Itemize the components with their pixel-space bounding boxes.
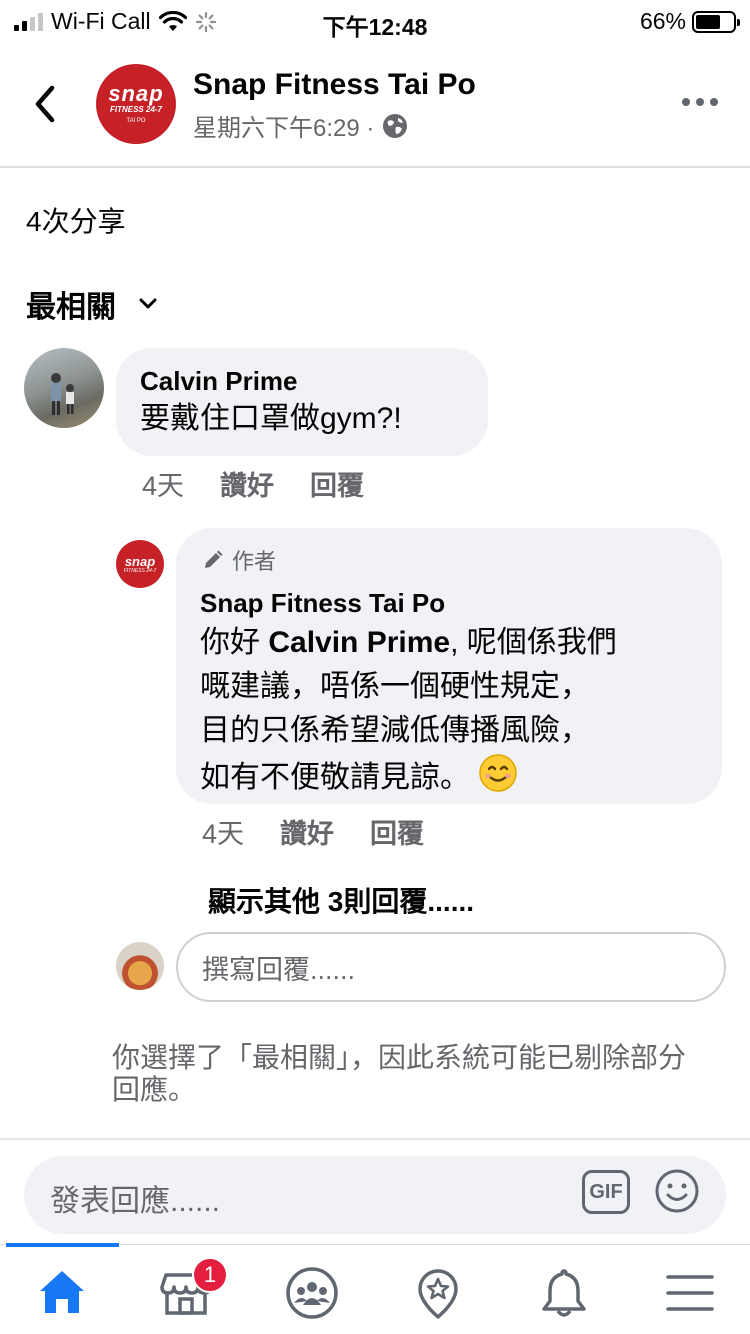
reply-logo-text: snap (124, 553, 156, 569)
reply-greeting: 你好 (200, 626, 269, 659)
status-bar: Wi-Fi Call 下午12:48 66% (0, 0, 750, 40)
post-timestamp-text: 星期六下午6:29 · (193, 115, 375, 142)
battery-percent: 66% (639, 8, 686, 34)
reply-author[interactable]: Snap Fitness Tai Po (200, 588, 698, 619)
show-more-replies-link[interactable]: 顯示其他 3則回覆...... (208, 880, 474, 920)
composer-placeholder: 發表回應...... (50, 1185, 221, 1218)
share-count[interactable]: 4次分享 (26, 200, 126, 240)
composer-divider (0, 1138, 750, 1140)
sort-label: 最相關 (26, 291, 116, 324)
status-right: 66% (639, 8, 740, 35)
home-icon[interactable] (34, 1265, 90, 1321)
reply-input[interactable]: 撰寫回覆...... (176, 932, 726, 1002)
chevron-down-icon (139, 298, 157, 309)
comment-time: 4天 (142, 471, 185, 501)
reply-reply-button[interactable]: 回覆 (370, 812, 424, 851)
my-avatar (116, 942, 164, 990)
reply-text: 你好 Calvin Prime, 呢個係我們 嘅建議，唔係一個硬性規定， 目的只… (200, 621, 698, 800)
page-reply-avatar[interactable]: snap FITNESS 24-7 (116, 540, 164, 588)
reply-line-4-text: 如有不便敬請見諒。 (200, 761, 470, 794)
page-title[interactable]: Snap Fitness Tai Po (193, 68, 476, 102)
reply-line-3: 目的只係希望減低傳播風險， (200, 714, 590, 747)
like-button[interactable]: 讚好 (220, 464, 274, 503)
reply-line-1: 你好 Calvin Prime, 呢個係我們 (200, 621, 698, 665)
logo-location: TAI PO (126, 118, 146, 124)
pencil-icon (205, 550, 223, 568)
reply-line-1-rest: , 呢個係我們 (450, 626, 617, 659)
reply-time: 4天 (202, 819, 245, 849)
pages-icon[interactable] (410, 1265, 466, 1321)
header-divider (0, 166, 750, 168)
reply-logo-subtext: FITNESS 24-7 (123, 567, 157, 574)
battery-fill (696, 14, 720, 29)
comment-text: 要戴住口罩做gym?! (140, 402, 402, 435)
commenter-avatar[interactable] (24, 348, 104, 428)
comment-actions: 4天 讚好 回覆 (142, 464, 364, 503)
groups-icon[interactable] (284, 1265, 340, 1321)
marketplace-badge: 1 (192, 1257, 228, 1293)
active-tab-indicator (6, 1243, 119, 1247)
reply-input-placeholder: 撰寫回覆...... (202, 954, 356, 985)
emoji-button-icon[interactable] (654, 1168, 700, 1214)
logo-subtext: FITNESS 24-7 (109, 105, 162, 114)
comment-composer[interactable]: 發表回應...... GIF (24, 1156, 726, 1234)
bottom-tab-bar: 1 (0, 1243, 750, 1334)
reply-line-2: 嘅建議，唔係一個硬性規定， (200, 670, 590, 703)
logo-text: snap (108, 81, 164, 106)
author-badge-label: 作者 (232, 549, 277, 574)
reply-line-4: 如有不便敬請見諒。 (200, 753, 698, 800)
menu-icon[interactable] (662, 1265, 718, 1321)
relevance-notice: 你選擇了「最相關」，因此系統可能已剔除部分回應。 (112, 1042, 687, 1105)
reply-bubble[interactable]: 作者 Snap Fitness Tai Po 你好 Calvin Prime, … (176, 528, 722, 804)
page-avatar[interactable]: snap FITNESS 24-7 TAI PO (96, 64, 176, 144)
notifications-icon[interactable] (536, 1265, 592, 1321)
comment-author[interactable]: Calvin Prime (140, 366, 464, 397)
avatar-photo (51, 373, 74, 415)
comment-bubble[interactable]: Calvin Prime 要戴住口罩做gym?! (116, 348, 488, 456)
gif-button[interactable]: GIF (582, 1170, 630, 1214)
mention-link[interactable]: Calvin Prime (268, 626, 450, 659)
author-badge: 作者 (202, 544, 698, 576)
post-header: snap FITNESS 24-7 TAI PO Snap Fitness Ta… (0, 50, 750, 168)
smiling-face-emoji-icon (479, 754, 517, 792)
more-options-icon[interactable] (682, 98, 718, 106)
back-icon[interactable] (30, 84, 62, 124)
reply-button[interactable]: 回覆 (310, 464, 364, 503)
comment-sort-selector[interactable]: 最相關 (26, 282, 158, 326)
globe-icon (383, 113, 408, 138)
status-time: 下午12:48 (322, 14, 428, 40)
reply-actions: 4天 讚好 回覆 (202, 812, 424, 851)
reply-like-button[interactable]: 讚好 (280, 812, 334, 851)
post-timestamp: 星期六下午6:29 · (193, 108, 408, 143)
battery-icon (692, 10, 740, 33)
